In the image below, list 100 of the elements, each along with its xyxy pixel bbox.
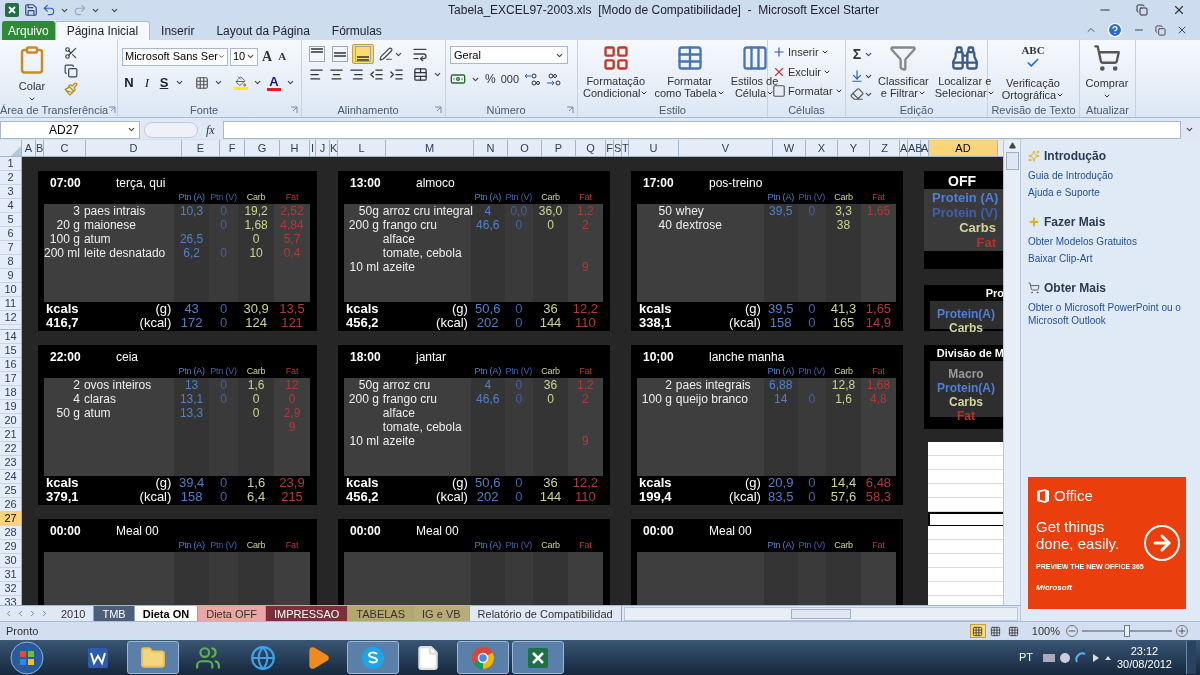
autosum-button[interactable]: Σ [850,44,864,65]
column-heading[interactable]: L [338,140,386,156]
undo-icon[interactable] [42,3,56,17]
column-heading[interactable]: Z [870,140,900,156]
chat-icon[interactable] [360,644,386,671]
row-heading[interactable]: 8 [0,255,21,269]
row-heading[interactable]: 9 [0,269,21,283]
caret-icon[interactable] [1185,125,1194,134]
row-heading[interactable]: 6 [0,227,21,241]
column-heading[interactable]: V [679,140,773,156]
dialog-launcher-icon[interactable] [290,106,298,114]
document-icon[interactable] [415,644,441,671]
formula-field[interactable] [222,120,1181,139]
bottom-align-button[interactable] [352,44,374,64]
fill-icon[interactable] [850,69,864,83]
row-heading[interactable]: 25 [0,484,21,498]
row-heading[interactable]: 22 [0,442,21,456]
ribbon-button[interactable]: Formatação Condicional [582,44,650,99]
help-link[interactable]: Guia de Introdução [1028,169,1200,182]
close-icon[interactable] [1172,3,1186,17]
column-heading[interactable]: A [900,140,908,156]
normal-view-icon[interactable] [969,624,986,638]
row-heading[interactable]: 15 [0,344,21,358]
underline-button[interactable]: S [158,73,170,93]
font-color-button[interactable]: A [267,74,281,91]
column-heading[interactable]: C [44,140,86,156]
orientation-icon[interactable] [379,47,393,61]
align-right-icon[interactable] [349,67,364,82]
column-heading[interactable]: F [606,140,614,156]
dialog-launcher-icon[interactable] [434,106,442,114]
close-icon[interactable] [1176,24,1188,36]
caret-icon[interactable] [864,50,873,59]
ribbon-tab[interactable]: Layout da Página [205,21,321,40]
row-heading[interactable]: 20 [0,414,21,428]
row-heading[interactable]: 7 [0,241,21,255]
align-center-icon[interactable] [329,67,344,82]
increase-indent-icon[interactable] [389,67,404,82]
tray-icons[interactable] [1040,649,1111,666]
caret-icon[interactable] [433,70,442,79]
row-heading[interactable]: 1 [0,157,21,171]
column-heading[interactable]: AD [929,140,998,156]
help-link[interactable]: Baixar Clip-Art [1028,252,1200,265]
zoom-in-icon[interactable] [1176,625,1188,637]
column-heading[interactable]: G [245,140,280,156]
row-heading[interactable]: 11 [0,297,21,311]
scroll-thumb[interactable] [1005,152,1019,170]
dialog-launcher-icon[interactable] [108,106,117,114]
font-name-field[interactable]: Microsoft Sans Ser [122,47,228,66]
zoom-slider-thumb[interactable] [1124,625,1130,637]
row-heading[interactable]: 18 [0,386,21,400]
column-heading[interactable]: I [310,140,316,156]
middle-align-button[interactable] [329,44,351,64]
decrease-indent-icon[interactable] [369,67,384,82]
column-heading[interactable]: A [22,140,36,156]
ribbon-tab[interactable]: Inserir [150,21,206,40]
folder-icon[interactable] [140,644,166,671]
thousands-button[interactable]: 000 [500,70,520,88]
help-icon[interactable] [1107,22,1123,38]
column-heading[interactable]: B [36,140,44,156]
column-heading[interactable]: M [386,140,474,156]
file-tab[interactable]: Arquivo [2,21,55,40]
row-heading[interactable]: 3 [0,185,21,199]
column-heading[interactable]: O [508,140,542,156]
column-heading[interactable]: Q [576,140,606,156]
column-heading[interactable]: F [220,140,245,156]
shrink-font-button[interactable]: A [276,48,289,65]
row-heading[interactable]: 17 [0,372,21,386]
column-heading[interactable]: AB [908,140,921,156]
row-heading[interactable]: 19 [0,400,21,414]
decrease-decimal-icon[interactable] [545,72,562,86]
row-heading[interactable]: 32 [0,582,21,596]
fill-color-icon[interactable] [234,75,248,90]
row-heading[interactable]: 2 [0,171,21,185]
restore-icon[interactable] [1155,24,1166,36]
currency-icon[interactable] [450,71,466,87]
ribbon-tab[interactable]: Fórmulas [320,21,393,40]
save-icon[interactable] [24,3,38,17]
row-heading[interactable]: 27 [0,512,21,526]
cut-icon[interactable] [64,46,78,60]
help-link[interactable]: Obter o Microsoft PowerPoint ou o Microsoft Outlook [1028,301,1200,327]
column-heading[interactable]: K [330,140,338,156]
paste-button[interactable]: Colar [4,44,60,103]
row-heading[interactable]: 31 [0,568,21,582]
number-format-field[interactable]: Geral [450,46,568,64]
insert-function-button[interactable]: fx [202,120,219,139]
italic-button[interactable]: I [141,73,153,93]
row-heading[interactable]: 29 [0,540,21,554]
chrome-icon[interactable] [470,644,496,671]
wrap-text-icon[interactable] [412,46,428,62]
column-heading[interactable]: X [806,140,838,156]
help-link[interactable]: Ajuda e Suporte [1028,186,1200,199]
bold-button[interactable]: N [122,73,136,93]
app-logo-icon[interactable] [4,2,20,18]
ribbon-button[interactable]: Classificar e Filtrar [877,44,930,99]
clear-icon[interactable] [850,87,864,101]
dialog-launcher-icon[interactable] [566,106,574,114]
show-desktop-button[interactable] [1186,641,1196,674]
increase-decimal-icon[interactable] [524,72,541,86]
clock-date[interactable]: 30/08/2012 [1116,657,1172,671]
grow-font-button[interactable]: A [260,46,275,67]
